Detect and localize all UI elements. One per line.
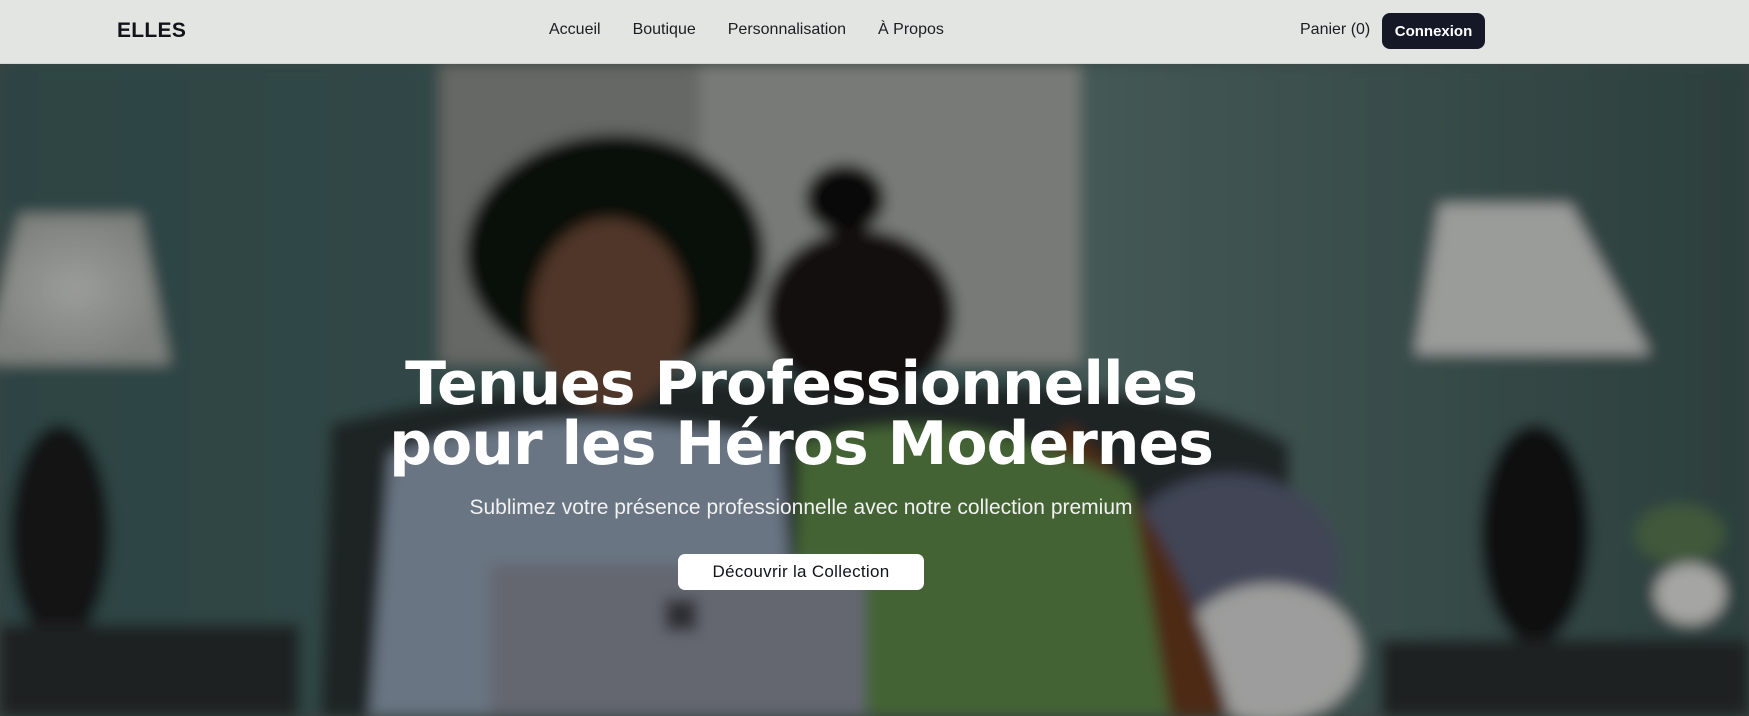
- hero-title-line-2: pour les Héros Modernes: [389, 409, 1214, 479]
- nav-link-boutique[interactable]: Boutique: [633, 21, 696, 39]
- discover-collection-button[interactable]: Découvrir la Collection: [678, 554, 924, 590]
- nav-link-personnalisation[interactable]: Personnalisation: [728, 21, 846, 39]
- nav-link-accueil[interactable]: Accueil: [549, 21, 601, 39]
- navbar: ELLES Accueil Boutique Personnalisation …: [0, 0, 1749, 64]
- cart-link[interactable]: Panier (0): [1300, 21, 1370, 39]
- hero-title: Tenues Professionnelles pour les Héros M…: [0, 354, 1602, 474]
- hero-subtitle: Sublimez votre présence professionnelle …: [469, 496, 1133, 519]
- hero-content: Tenues Professionnelles pour les Héros M…: [0, 354, 1602, 590]
- hero-title-line-1: Tenues Professionnelles: [405, 349, 1198, 419]
- main-nav: Accueil Boutique Personnalisation À Prop…: [549, 21, 944, 39]
- nav-link-a-propos[interactable]: À Propos: [878, 21, 944, 39]
- login-button[interactable]: Connexion: [1382, 13, 1485, 49]
- page: ELLES Accueil Boutique Personnalisation …: [0, 0, 1749, 716]
- hero-section: Tenues Professionnelles pour les Héros M…: [0, 64, 1749, 716]
- brand-logo[interactable]: ELLES: [117, 19, 186, 43]
